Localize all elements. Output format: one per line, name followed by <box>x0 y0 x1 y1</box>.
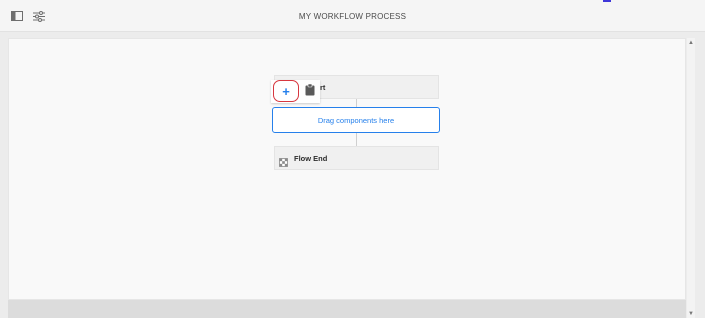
flow-end-icon <box>279 154 288 172</box>
step-action-popover: + <box>271 80 320 103</box>
scroll-up-arrow[interactable]: ▲ <box>687 39 695 47</box>
top-toolbar: MY WORKFLOW PROCESS <box>0 0 705 32</box>
add-icon: + <box>282 83 290 99</box>
clipboard-paste-icon <box>305 83 315 101</box>
add-component-button[interactable]: + <box>273 80 299 102</box>
flow-end-step[interactable]: Flow End <box>274 146 439 170</box>
connector-line <box>356 133 357 146</box>
bottom-panel-strip <box>8 300 686 318</box>
flow-end-label: Flow End <box>294 154 328 163</box>
dropzone-label: Drag components here <box>317 115 395 125</box>
paste-button[interactable] <box>302 83 317 101</box>
component-dropzone[interactable]: Drag components here <box>272 107 440 133</box>
page-title: MY WORKFLOW PROCESS <box>298 12 407 21</box>
top-accent-bar <box>603 0 611 2</box>
connector-line <box>356 99 357 107</box>
scroll-down-arrow[interactable]: ▼ <box>687 310 695 318</box>
vertical-scrollbar[interactable]: ▲ ▼ <box>687 38 695 318</box>
flow-start-label: rt <box>320 83 326 92</box>
